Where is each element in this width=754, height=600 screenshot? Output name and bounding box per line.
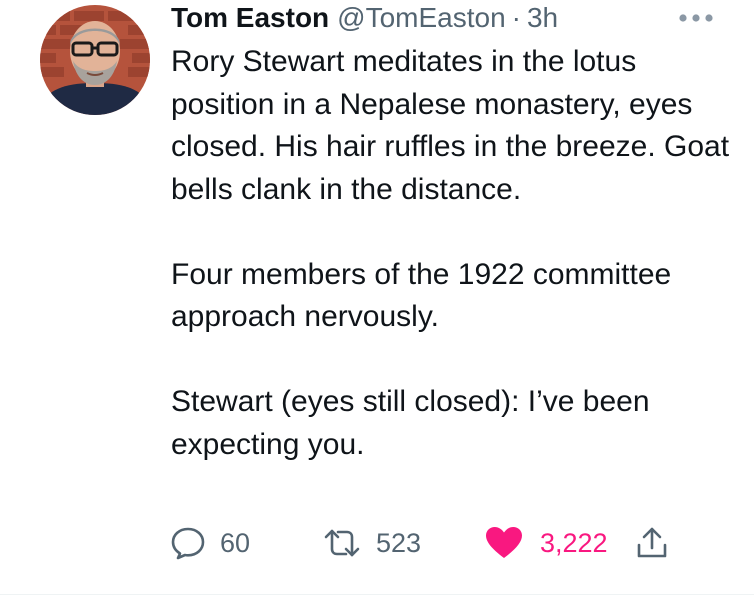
- share-button[interactable]: [634, 520, 670, 566]
- share-icon: [637, 527, 667, 558]
- more-horizontal-icon: [679, 14, 713, 22]
- retweet-icon: [324, 529, 360, 557]
- more-options-button[interactable]: [676, 10, 716, 26]
- reply-count: 60: [220, 527, 251, 558]
- retweet-count: 523: [376, 527, 422, 558]
- tweet-paragraph-1: Rory Stewart meditates in the lotus posi…: [171, 45, 730, 206]
- tweet-header: Tom Easton @TomEaston · 3h: [171, 0, 558, 36]
- like-button[interactable]: 3,222: [484, 520, 608, 566]
- reply-button[interactable]: 60: [170, 520, 250, 566]
- author-handle[interactable]: @TomEaston: [337, 0, 506, 36]
- reply-icon: [171, 527, 205, 560]
- tweet-divider: [0, 594, 754, 595]
- retweet-button[interactable]: 523: [322, 520, 421, 566]
- like-count: 3,222: [540, 527, 608, 558]
- tweet-paragraph-3: Stewart (eyes still closed): I’ve been e…: [171, 385, 650, 461]
- tweet-paragraph-2: Four members of the 1922 committee appro…: [171, 257, 672, 334]
- tweet-timestamp[interactable]: 3h: [527, 0, 558, 36]
- avatar-photo-icon: [40, 5, 150, 115]
- separator-dot: ·: [511, 2, 521, 33]
- tweet-action-bar: 60 523 3,222: [0, 520, 754, 566]
- tweet-text: Rory Stewart meditates in the lotus posi…: [171, 41, 731, 466]
- heart-icon: [486, 527, 522, 558]
- avatar[interactable]: [40, 5, 150, 115]
- tweet[interactable]: Tom Easton @TomEaston · 3h Rory Stewart …: [0, 0, 754, 600]
- author-name[interactable]: Tom Easton: [171, 0, 329, 36]
